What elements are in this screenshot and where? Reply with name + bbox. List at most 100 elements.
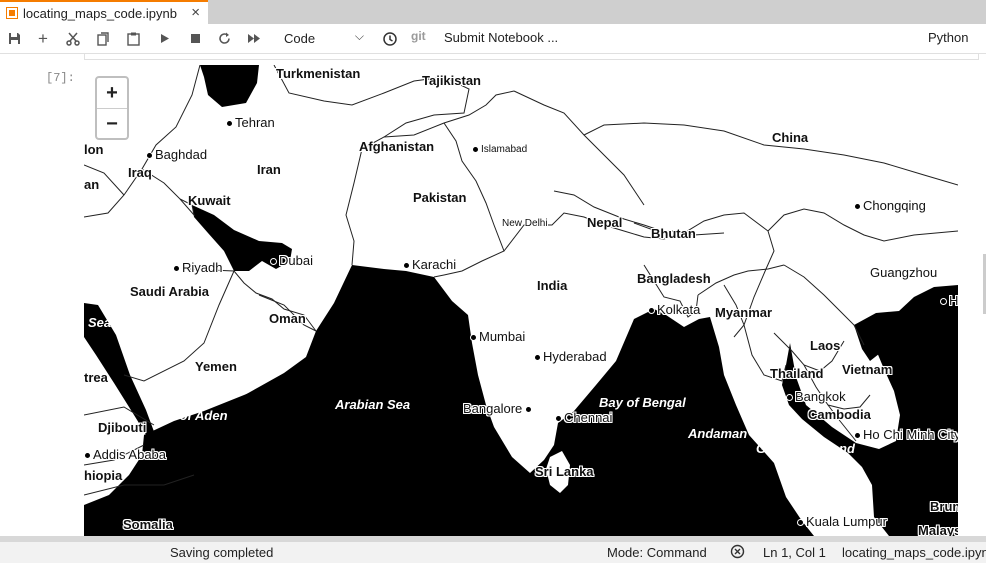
notebook-icon — [6, 7, 18, 19]
cell-type-value: Code — [284, 31, 316, 46]
map-label: India — [537, 278, 568, 293]
map-label: hiopia — [84, 468, 123, 483]
city-dot — [555, 415, 562, 423]
restart-button[interactable] — [214, 24, 234, 53]
sea-label: Gulf of Aden — [150, 408, 228, 423]
zoom-in-button[interactable]: + — [97, 78, 127, 109]
map-label: Iraq — [128, 165, 152, 180]
zoom-control: + − — [95, 76, 129, 140]
cell-type-select[interactable]: Code ⌵ — [280, 28, 370, 49]
map-label: Tajikistan — [422, 73, 482, 88]
cell-prompt: [7]: — [46, 71, 75, 85]
city-dot — [854, 203, 861, 211]
map-label: Yemen — [195, 359, 237, 374]
map-label: Addis Ababa — [84, 447, 166, 462]
map-label: New Delhi — [502, 218, 548, 229]
tab-close-icon[interactable]: × — [191, 4, 200, 21]
notebook-content: [7]: + − Turkmenistan Tajikistan Tehran … — [0, 54, 986, 536]
city-dot — [84, 452, 91, 460]
city-dot — [173, 265, 180, 273]
save-button[interactable] — [4, 24, 24, 53]
scissors-icon — [66, 32, 80, 46]
paste-button[interactable] — [123, 24, 143, 53]
clock-icon — [383, 31, 397, 46]
map-label: Thailand — [770, 366, 824, 381]
map-label: Turkmenistan — [276, 66, 361, 81]
restart-run-all-button[interactable] — [244, 24, 264, 53]
copy-button[interactable] — [93, 24, 113, 53]
map-canvas — [84, 65, 958, 536]
map-label: Malays — [918, 523, 958, 536]
play-icon — [161, 34, 169, 43]
clipboard-icon — [126, 32, 140, 46]
map-output[interactable]: + − Turkmenistan Tajikistan Tehran China… — [84, 65, 958, 536]
map-label: Vietnam — [842, 362, 893, 377]
cursor-position[interactable]: Ln 1, Col 1 — [763, 545, 826, 560]
map-label: trea — [84, 370, 108, 385]
map-label: Afghanistan — [359, 139, 435, 154]
chevron-down-icon: ⌵ — [354, 29, 364, 43]
git-button[interactable]: git — [411, 29, 426, 43]
city-dot — [786, 394, 793, 402]
map-label: Kolkata — [648, 302, 700, 317]
copy-icon — [96, 31, 109, 46]
city-dot — [270, 258, 277, 266]
previous-cell-edge — [84, 54, 979, 60]
sea-label: Bay of Bengal — [599, 395, 686, 410]
map-label: Myanmar — [715, 305, 773, 320]
zoom-out-button[interactable]: − — [97, 109, 127, 139]
save-status: Saving completed — [170, 545, 274, 560]
map-label: Mumbai — [470, 329, 525, 344]
sea-label: Sea — [88, 315, 112, 330]
map-label: Baghdad — [146, 147, 207, 162]
map-label: lon — [84, 142, 104, 157]
map-label: Tehran — [226, 115, 275, 130]
map-label: Bangladesh — [637, 271, 711, 286]
save-icon — [8, 33, 20, 44]
map-label: Kuala Lumpur — [797, 514, 887, 529]
tab-title: locating_maps_code.ipynb — [23, 5, 177, 21]
sea-label: Arabian Sea — [335, 397, 411, 412]
mode-indicator[interactable]: Mode: Command — [607, 545, 707, 560]
kernel-name[interactable]: Python — [928, 30, 968, 45]
map-label: Oman — [269, 311, 306, 326]
map-label: H — [940, 293, 958, 308]
map-label: Bangkok — [786, 389, 846, 404]
city-dot — [940, 298, 947, 306]
map-label: Brun — [930, 499, 958, 514]
city-dot — [226, 120, 233, 128]
kernel-status-icon[interactable] — [730, 544, 745, 562]
notebook-tab[interactable]: locating_maps_code.ipynb × — [0, 0, 208, 24]
map-label: Dubai — [270, 253, 313, 268]
city-dot — [403, 262, 410, 270]
sea-label: Andaman Sea — [688, 426, 774, 441]
map-label: an — [84, 177, 100, 192]
submit-notebook-button[interactable]: Submit Notebook ... — [444, 30, 558, 45]
tab-bar: locating_maps_code.ipynb × — [0, 0, 986, 24]
interrupt-button[interactable] — [185, 24, 205, 53]
stop-icon — [190, 34, 200, 43]
map-label: Bhutan — [651, 226, 696, 241]
clock-button[interactable] — [380, 24, 400, 53]
status-filename: locating_maps_code.ipynb — [842, 545, 986, 560]
add-cell-button[interactable]: + — [33, 24, 53, 53]
map-label: Bangalore — [463, 401, 534, 416]
map-label: Laos — [810, 338, 841, 353]
map-label: Iran — [257, 162, 281, 177]
map-label: Islamabad — [472, 144, 527, 155]
map-label: Pakistan — [413, 190, 467, 205]
map-label: Chennai — [555, 410, 612, 425]
cut-button[interactable] — [63, 24, 83, 53]
map-label: Djibouti — [98, 420, 147, 435]
map-label: Ho Chi Minh City — [854, 427, 958, 442]
city-dot — [648, 307, 655, 315]
city-dot — [534, 354, 541, 362]
map-label: Somalia — [123, 517, 173, 532]
notebook-toolbar: + Code ⌵ git Submit Notebook ... Python — [0, 24, 986, 54]
city-dot — [854, 432, 861, 440]
plus-icon: + — [38, 28, 48, 48]
map-label: Nepal — [587, 215, 623, 230]
map-label: Karachi — [403, 257, 456, 272]
map-label: Chongqing — [854, 198, 926, 213]
run-button[interactable] — [155, 24, 175, 53]
